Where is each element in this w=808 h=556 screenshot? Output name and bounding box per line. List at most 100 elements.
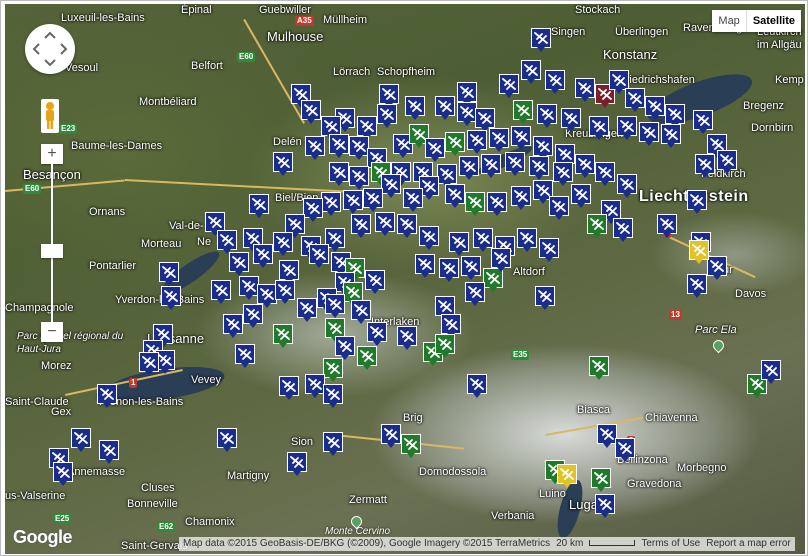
airfield-marker[interactable] xyxy=(323,384,343,408)
airfield-marker[interactable] xyxy=(71,428,91,452)
airfield-marker[interactable] xyxy=(287,452,307,476)
airfield-marker[interactable] xyxy=(465,282,485,306)
airfield-marker[interactable] xyxy=(415,254,435,278)
airfield-marker[interactable] xyxy=(505,152,525,176)
airfield-marker[interactable] xyxy=(273,152,293,176)
airfield-marker[interactable] xyxy=(465,192,485,216)
airfield-marker[interactable] xyxy=(553,162,573,186)
airfield-marker[interactable] xyxy=(473,228,493,252)
airfield-marker[interactable] xyxy=(687,190,707,214)
airfield-marker[interactable] xyxy=(445,132,465,156)
airfield-marker[interactable] xyxy=(343,190,363,214)
airfield-marker[interactable] xyxy=(613,218,633,242)
airfield-marker[interactable] xyxy=(329,162,349,186)
airfield-marker[interactable] xyxy=(575,78,595,102)
airfield-marker[interactable] xyxy=(367,322,387,346)
airfield-marker[interactable] xyxy=(351,300,371,324)
airfield-marker[interactable] xyxy=(511,186,531,210)
airfield-marker[interactable] xyxy=(305,136,325,160)
airfield-marker[interactable] xyxy=(401,434,421,458)
airfield-marker[interactable] xyxy=(461,256,481,280)
airfield-marker[interactable] xyxy=(545,70,565,94)
airfield-marker[interactable] xyxy=(521,60,541,84)
airfield-marker[interactable] xyxy=(223,314,243,338)
airfield-marker[interactable] xyxy=(97,384,117,408)
airfield-marker[interactable] xyxy=(159,262,179,286)
airfield-marker[interactable] xyxy=(449,232,469,256)
airfield-marker[interactable] xyxy=(217,230,237,254)
airfield-marker[interactable] xyxy=(661,124,681,148)
airfield-marker[interactable] xyxy=(467,130,487,154)
zoom-in-button[interactable]: + xyxy=(41,144,63,164)
airfield-marker[interactable] xyxy=(161,286,181,310)
airfield-marker[interactable] xyxy=(537,104,557,128)
airfield-marker[interactable] xyxy=(591,468,611,492)
street-view-pegman-icon[interactable] xyxy=(41,99,59,133)
report-map-error-link[interactable]: Report a map error xyxy=(706,537,790,551)
airfield-marker[interactable] xyxy=(707,256,727,280)
airfield-marker[interactable] xyxy=(645,96,665,120)
airfield-marker[interactable] xyxy=(235,344,255,368)
airfield-marker[interactable] xyxy=(249,194,269,218)
airfield-marker[interactable] xyxy=(243,304,263,328)
airfield-marker[interactable] xyxy=(323,432,343,456)
airfield-marker[interactable] xyxy=(487,192,507,216)
airfield-marker[interactable] xyxy=(239,276,259,300)
airfield-marker[interactable] xyxy=(99,440,119,464)
airfield-marker[interactable] xyxy=(561,108,581,132)
airfield-marker[interactable] xyxy=(419,226,439,250)
airfield-marker[interactable] xyxy=(587,214,607,238)
airfield-marker[interactable] xyxy=(425,138,445,162)
airfield-marker[interactable] xyxy=(625,88,645,112)
map-type-map-button[interactable]: Map xyxy=(712,10,746,32)
terms-of-use-link[interactable]: Terms of Use xyxy=(641,537,700,551)
airfield-marker[interactable] xyxy=(491,248,511,272)
airfield-marker[interactable] xyxy=(229,252,249,276)
airfield-marker[interactable] xyxy=(381,424,401,448)
airfield-marker[interactable] xyxy=(467,374,487,398)
airfield-marker[interactable] xyxy=(575,154,595,178)
airfield-marker[interactable] xyxy=(595,162,615,186)
airfield-marker[interactable] xyxy=(335,336,355,360)
airfield-marker[interactable] xyxy=(349,136,369,160)
airfield-marker[interactable] xyxy=(275,280,295,304)
airfield-marker[interactable] xyxy=(363,188,383,212)
airfield-marker[interactable] xyxy=(279,376,299,400)
airfield-marker[interactable] xyxy=(597,424,617,448)
airfield-marker[interactable] xyxy=(397,214,417,238)
airfield-marker[interactable] xyxy=(323,358,343,382)
airfield-marker[interactable] xyxy=(53,462,73,486)
airfield-marker[interactable] xyxy=(297,298,317,322)
airfield-marker[interactable] xyxy=(403,188,423,212)
airfield-marker[interactable] xyxy=(539,238,559,262)
airfield-marker[interactable] xyxy=(377,104,397,128)
airfield-marker[interactable] xyxy=(435,334,455,358)
airfield-marker[interactable] xyxy=(329,134,349,158)
airfield-marker[interactable] xyxy=(615,438,635,462)
map-type-satellite-button[interactable]: Satellite xyxy=(745,10,801,32)
airfield-marker[interactable] xyxy=(511,126,531,150)
airfield-marker[interactable] xyxy=(301,100,321,124)
airfield-marker[interactable] xyxy=(761,360,781,384)
airfield-marker[interactable] xyxy=(589,356,609,380)
zoom-out-button[interactable]: − xyxy=(41,322,63,342)
airfield-marker[interactable] xyxy=(693,110,713,134)
airfield-marker[interactable] xyxy=(309,244,329,268)
airfield-marker[interactable] xyxy=(549,196,569,220)
airfield-marker[interactable] xyxy=(321,192,341,216)
airfield-marker[interactable] xyxy=(273,324,293,348)
satellite-map[interactable]: Luxeuil-les-Bains Épinal Guebwiller Müll… xyxy=(5,4,805,554)
airfield-marker[interactable] xyxy=(687,274,707,298)
airfield-marker[interactable] xyxy=(571,184,591,208)
airfield-marker[interactable] xyxy=(381,174,401,198)
airfield-marker[interactable] xyxy=(689,240,709,264)
airfield-marker[interactable] xyxy=(211,280,231,304)
airfield-marker[interactable] xyxy=(457,102,477,126)
airfield-marker[interactable] xyxy=(303,198,323,222)
airfield-marker[interactable] xyxy=(439,258,459,282)
airfield-marker[interactable] xyxy=(589,116,609,140)
airfield-marker[interactable] xyxy=(139,352,159,376)
airfield-marker[interactable] xyxy=(499,74,519,98)
airfield-marker[interactable] xyxy=(405,96,425,120)
airfield-marker[interactable] xyxy=(695,154,715,178)
